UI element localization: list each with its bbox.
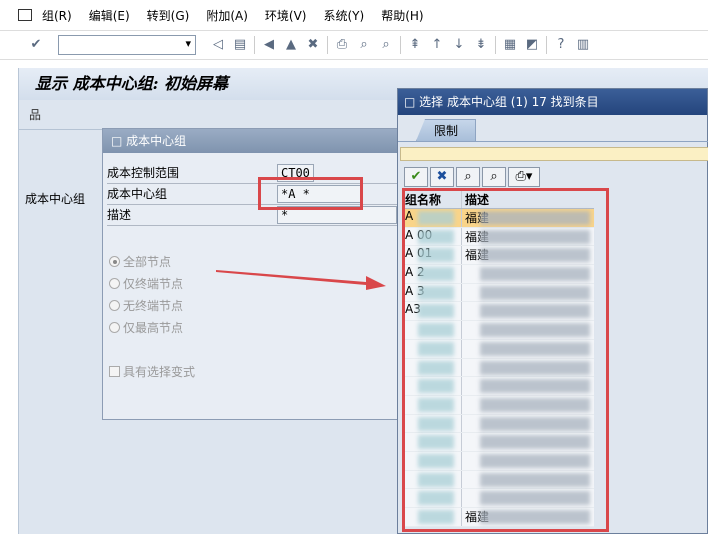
menu-goto[interactable]: 转到(G) [147, 7, 190, 24]
shortcut-icon[interactable]: ◩ [524, 37, 540, 53]
highlight-box [402, 188, 609, 532]
next-page-icon[interactable]: ↓ [451, 37, 467, 53]
save-icon[interactable]: ▤ [232, 37, 248, 53]
checkbox-with-variants[interactable]: 具有选择变式 [109, 363, 195, 380]
message-bar [400, 147, 708, 161]
command-field[interactable] [58, 35, 196, 55]
menu-environment[interactable]: 环境(V) [265, 7, 307, 24]
radio-top-nodes-only[interactable]: 仅最高节点 [109, 319, 183, 336]
dialog-title: □ 成本中心组 [103, 129, 399, 153]
new-session-icon[interactable]: ▦ [502, 37, 518, 53]
popup-title: □ 选择 成本中心组 (1) 17 找到条目 [398, 89, 707, 115]
menu-group[interactable]: 组(R) [42, 7, 72, 24]
tab-restrictions[interactable]: 限制 [416, 119, 476, 141]
menu-system[interactable]: 系统(Y) [323, 7, 364, 24]
menu-help[interactable]: 帮助(H) [381, 7, 423, 24]
system-menu-icon[interactable] [18, 9, 32, 21]
find-next-icon[interactable]: ⌕ [378, 37, 394, 53]
cancel-icon[interactable]: ✖ [430, 167, 454, 187]
exit-icon[interactable]: ▲ [283, 37, 299, 53]
radio-all-nodes[interactable]: 全部节点 [109, 253, 171, 270]
cancel-icon[interactable]: ✖ [305, 37, 321, 53]
menu-extras[interactable]: 附加(A) [206, 7, 248, 24]
find-icon[interactable]: ⌕ [356, 37, 372, 53]
cost-center-group-label: 成本中心组 [25, 192, 86, 206]
separator [495, 36, 496, 54]
help-icon[interactable]: ? [553, 37, 569, 53]
last-page-icon[interactable]: ⇟ [473, 37, 489, 53]
back-icon[interactable]: ◀ [261, 37, 277, 53]
divider [398, 141, 708, 142]
popup-toolbar: ✔ ✖ ⌕ ⌕ ⎙▾ [404, 167, 540, 187]
print-icon[interactable]: ⎙▾ [508, 167, 540, 187]
separator [546, 36, 547, 54]
radio-no-end-nodes[interactable]: 无终端节点 [109, 297, 183, 314]
layout-icon[interactable]: ▥ [575, 37, 591, 53]
red-arrow [216, 270, 386, 290]
confirm-icon[interactable]: ✔ [404, 167, 428, 187]
first-page-icon[interactable]: ⇞ [407, 37, 423, 53]
enter-icon[interactable]: ✔ [28, 37, 44, 53]
print-icon[interactable]: ⎙ [334, 37, 350, 53]
prev-page-icon[interactable]: ↑ [429, 37, 445, 53]
menu-bar: 组(R) 编辑(E) 转到(G) 附加(A) 环境(V) 系统(Y) 帮助(H) [0, 0, 708, 30]
standard-toolbar: ✔ ◁ ▤ ◀ ▲ ✖ ⎙ ⌕ ⌕ ⇞ ↑ ↓ ⇟ ▦ ◩ ? ▥ [0, 30, 708, 60]
separator [327, 36, 328, 54]
menu-edit[interactable]: 编辑(E) [89, 7, 130, 24]
radio-end-nodes-only[interactable]: 仅终端节点 [109, 275, 183, 292]
collapse-icon[interactable]: ◁ [210, 37, 226, 53]
separator [400, 36, 401, 54]
find-next-icon[interactable]: ⌕ [482, 167, 506, 187]
find-icon[interactable]: ⌕ [456, 167, 480, 187]
highlight-box [258, 177, 363, 210]
separator [254, 36, 255, 54]
